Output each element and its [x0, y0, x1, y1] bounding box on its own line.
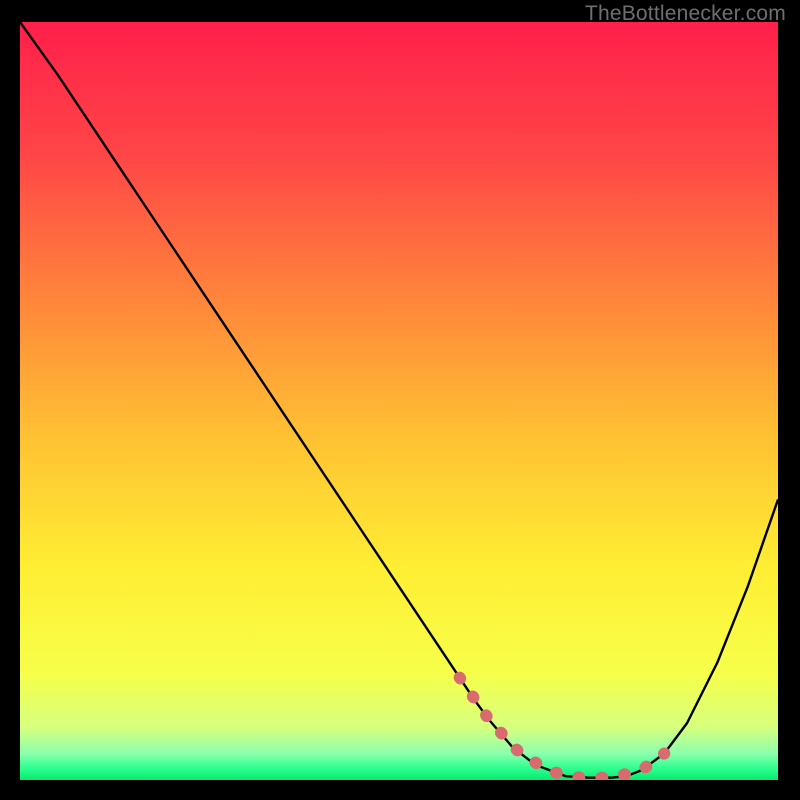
bottleneck-chart — [20, 22, 778, 780]
chart-frame — [20, 22, 778, 780]
gradient-background — [20, 22, 778, 780]
